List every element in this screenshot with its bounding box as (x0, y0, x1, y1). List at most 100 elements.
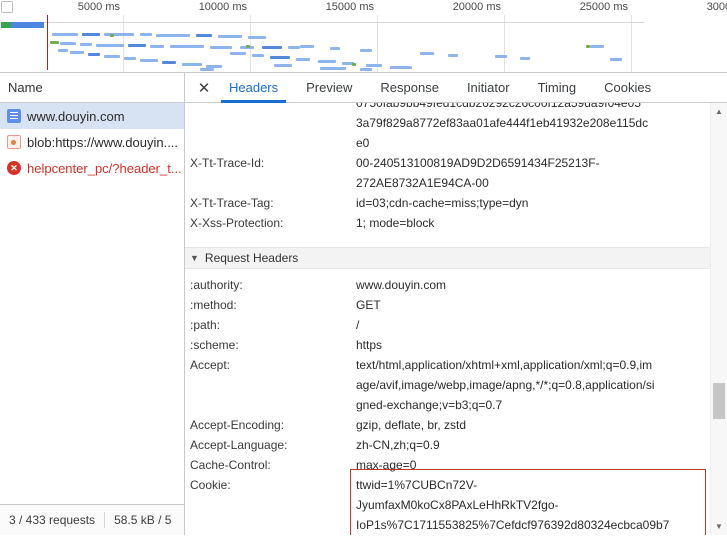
waterfall-bar (140, 33, 152, 36)
waterfall-bar (360, 49, 372, 52)
waterfall-bar (60, 42, 76, 45)
vertical-scrollbar[interactable]: ▲ ▼ (710, 103, 727, 535)
waterfall-bar (495, 55, 507, 58)
waterfall-bar (140, 59, 158, 62)
waterfall-bar (80, 43, 92, 46)
scroll-down-icon[interactable]: ▼ (711, 518, 727, 535)
tab-initiator[interactable]: Initiator (459, 73, 518, 103)
waterfall-bar (50, 41, 59, 44)
waterfall-bar (110, 34, 114, 37)
waterfall-bar (366, 64, 382, 67)
requests-list-empty-area (0, 181, 184, 504)
timeline-tick-label: 10000 ms (199, 1, 247, 13)
waterfall-bar (262, 46, 282, 49)
request-row[interactable]: www.douyin.com (0, 103, 184, 129)
header-row: :method:GET (190, 295, 710, 315)
waterfall-bar (390, 66, 412, 69)
header-row: X-Tt-Trace-Tag:id=03;cdn-cache=miss;type… (190, 193, 710, 213)
header-row: Cache-Control:max-age=0 (190, 455, 710, 475)
document-icon (7, 109, 21, 123)
tab-timing[interactable]: Timing (530, 73, 585, 103)
waterfall-bar (420, 52, 434, 55)
waterfall-bar (52, 33, 78, 36)
header-value: text/html,application/xhtml+xml,applicat… (356, 355, 710, 415)
waterfall-bar (246, 45, 250, 48)
devtools-network-panel: 5000 ms10000 ms15000 ms20000 ms25000 ms3… (0, 0, 727, 536)
waterfall-bar (104, 55, 120, 58)
tab-cookies[interactable]: Cookies (596, 73, 659, 103)
waterfall-bar (150, 45, 164, 48)
error-icon: ✕ (7, 161, 21, 175)
waterfall-bar (252, 54, 264, 57)
request-details-panel: ✕ Headers Preview Response Initiator Timing C… (185, 73, 727, 535)
waterfall-bar (288, 46, 300, 49)
header-row: Accept-Language:zh-CN,zh;q=0.9 (190, 435, 710, 455)
header-value: 00-240513100819AD9D2D6591434F25213F- 272… (356, 153, 710, 193)
timeline-gridline (250, 15, 251, 72)
timeline-tick-label: 30000 ms (707, 1, 727, 13)
waterfall-first-request-green-bar (1, 22, 11, 28)
name-column-header[interactable]: Name (0, 73, 184, 103)
waterfall-bar (590, 45, 604, 48)
waterfall-first-request-blue-bar (11, 22, 44, 28)
header-name: Accept-Language: (190, 435, 356, 455)
header-row: Accept-Encoding:gzip, deflate, br, zstd (190, 415, 710, 435)
waterfall-bar (196, 34, 212, 37)
requests-count: 3 / 433 requests (0, 513, 104, 527)
header-value: gzip, deflate, br, zstd (356, 415, 710, 435)
tab-headers[interactable]: Headers (221, 73, 286, 103)
scroll-up-icon[interactable]: ▲ (711, 103, 727, 120)
header-value: 0750fab9bb49fed1cdb26292c26c00f12a59da9f… (356, 103, 710, 153)
waterfall-bar (330, 47, 340, 50)
request-row[interactable]: blob:https://www.douyin.... (0, 129, 184, 155)
requests-panel: Name www.douyin.com blob:https://www.douy… (0, 73, 185, 535)
header-value: zh-CN,zh;q=0.9 (356, 435, 710, 455)
waterfall-bar (300, 45, 314, 48)
request-row[interactable]: ✕helpcenter_pc/?header_t... (0, 155, 184, 181)
header-name: X-Tt-Trace-Id: (190, 153, 356, 193)
timeline-gridline (631, 15, 632, 72)
request-headers-section-header[interactable]: ▼ Request Headers (185, 247, 710, 269)
waterfall-bar (274, 64, 292, 67)
tab-response[interactable]: Response (372, 73, 447, 103)
cookie-highlight-annotation (350, 469, 706, 535)
overview-corner-box (1, 1, 13, 13)
chevron-down-icon: ▼ (190, 253, 199, 263)
blob-icon (7, 135, 21, 149)
waterfall-bar (320, 67, 346, 70)
header-value: id=03;cdn-cache=miss;type=dyn (356, 193, 710, 213)
timeline-tick-label: 20000 ms (453, 1, 501, 13)
waterfall-bar (270, 56, 290, 59)
waterfall-bar (70, 51, 84, 54)
header-name: :method: (190, 295, 356, 315)
header-name: Accept: (190, 355, 356, 415)
waterfall-bar (218, 35, 242, 38)
header-row: :scheme:https (190, 335, 710, 355)
header-name: :authority: (190, 275, 356, 295)
timeline-gridline (504, 15, 505, 72)
tab-preview[interactable]: Preview (298, 73, 360, 103)
waterfall-bar (520, 57, 530, 60)
timeline-tick-label: 15000 ms (326, 1, 374, 13)
waterfall-bar (352, 63, 356, 66)
waterfall-bar (124, 57, 136, 60)
waterfall-bar (210, 46, 232, 49)
header-row: :path:/ (190, 315, 710, 335)
waterfall-bar (128, 44, 146, 47)
waterfall-bar (230, 52, 246, 55)
timeline-tick-label: 25000 ms (580, 1, 628, 13)
header-row: X-Tt-Trace-Id:00-240513100819AD9D2D65914… (190, 153, 710, 193)
network-overview-timeline[interactable]: 5000 ms10000 ms15000 ms20000 ms25000 ms3… (0, 0, 727, 73)
request-label: blob:https://www.douyin.... (27, 135, 178, 150)
close-icon[interactable]: ✕ (193, 77, 215, 99)
waterfall-long-line (44, 22, 644, 23)
header-name: :path: (190, 315, 356, 335)
headers-content-wrap: 0750fab9bb49fed1cdb26292c26c00f12a59da9f… (185, 103, 727, 535)
network-status-bar: 3 / 433 requests 58.5 kB / 5 (0, 504, 184, 535)
header-name: Cache-Control: (190, 455, 356, 475)
header-name: :scheme: (190, 335, 356, 355)
header-value: max-age=0 (356, 455, 710, 475)
section-title: Request Headers (205, 251, 298, 265)
scrollbar-thumb[interactable] (713, 383, 725, 419)
header-row: 0750fab9bb49fed1cdb26292c26c00f12a59da9f… (190, 103, 710, 153)
